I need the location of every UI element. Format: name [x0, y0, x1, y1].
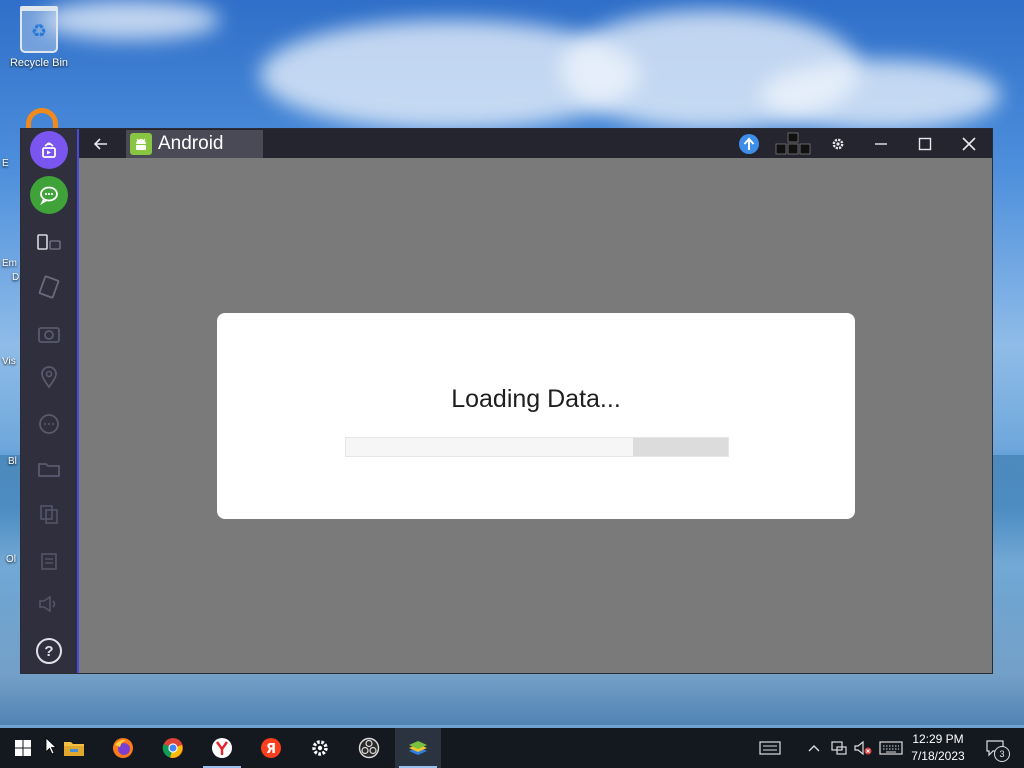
network-icon[interactable]: [828, 728, 850, 768]
recycle-bin-icon: ♻: [20, 6, 58, 53]
more-icon[interactable]: [30, 405, 68, 443]
media-manager-icon[interactable]: [30, 131, 68, 169]
settings-icon[interactable]: [827, 132, 849, 156]
android-screen: Loading Data...: [79, 158, 992, 673]
desktop-label-fragment: D: [12, 272, 20, 283]
back-arrow-icon[interactable]: [91, 134, 111, 154]
recycle-bin[interactable]: ♻ Recycle Bin: [6, 6, 72, 69]
loading-progress-bar: [345, 437, 729, 457]
emulator-window: ? Android Loading Data...: [20, 128, 993, 674]
desktop-label-fragment: Vis: [2, 356, 16, 367]
maximize-icon[interactable]: [913, 132, 937, 156]
emulator-sidebar: ?: [21, 129, 79, 673]
titlebar: Android: [79, 129, 992, 158]
tab-android[interactable]: Android: [126, 130, 263, 158]
multi-instance-icon[interactable]: [30, 223, 68, 261]
desktop-label-fragment: E: [2, 158, 9, 169]
keyboard-icon[interactable]: [878, 728, 904, 768]
clock[interactable]: 12:29 PM 7/18/2023: [903, 731, 973, 765]
volume-icon[interactable]: [30, 585, 68, 623]
file-explorer-icon[interactable]: [51, 728, 97, 768]
recycle-bin-label: Recycle Bin: [9, 57, 69, 69]
progress-indicator: [632, 438, 728, 456]
cloud: [760, 60, 1000, 130]
volume-muted-icon[interactable]: [852, 728, 874, 768]
desktop-label-fragment: Bl: [8, 456, 17, 467]
desktop-label-fragment: Em: [2, 258, 17, 269]
chat-icon[interactable]: [30, 176, 68, 214]
chevron-up-icon[interactable]: [805, 728, 823, 768]
taskbar: Я 12:29 PM 7/18/2023 3: [0, 728, 1024, 768]
help-icon[interactable]: ?: [30, 632, 68, 670]
loading-dialog: Loading Data...: [217, 313, 855, 519]
location-icon[interactable]: [30, 358, 68, 396]
copy-icon[interactable]: [30, 495, 68, 533]
firefox-icon[interactable]: [100, 728, 146, 768]
upgrade-icon[interactable]: [739, 134, 759, 154]
start-icon[interactable]: [0, 728, 46, 768]
desktop-label-fragment: Ol: [6, 554, 16, 565]
bluestacks-icon[interactable]: [395, 728, 441, 768]
clock-time: 12:29 PM: [912, 732, 964, 746]
notification-count-badge: 3: [994, 746, 1010, 762]
svg-text:Я: Я: [266, 742, 276, 757]
yandex-browser-icon[interactable]: [199, 728, 245, 768]
loading-text: Loading Data...: [451, 385, 621, 413]
rotate-icon[interactable]: [30, 268, 68, 306]
obs-icon[interactable]: [346, 728, 392, 768]
keymapping-icon[interactable]: [775, 132, 811, 156]
notification-center-icon[interactable]: 3: [980, 728, 1010, 768]
taskview-icon[interactable]: [756, 728, 784, 768]
close-icon[interactable]: [957, 132, 981, 156]
clock-date: 7/18/2023: [911, 749, 965, 763]
android-icon: [130, 133, 152, 155]
folder-icon[interactable]: [30, 450, 68, 488]
tab-title: Android: [158, 133, 224, 154]
minimize-icon[interactable]: [869, 132, 893, 156]
screenshot-icon[interactable]: [30, 315, 68, 353]
settings-icon[interactable]: [297, 728, 343, 768]
chrome-icon[interactable]: [150, 728, 196, 768]
mouse-cursor: [45, 737, 58, 760]
yandex-icon[interactable]: Я: [248, 728, 294, 768]
files-icon[interactable]: [30, 541, 68, 579]
desktop-app-icon[interactable]: [26, 108, 58, 128]
help-label: ?: [36, 638, 62, 664]
